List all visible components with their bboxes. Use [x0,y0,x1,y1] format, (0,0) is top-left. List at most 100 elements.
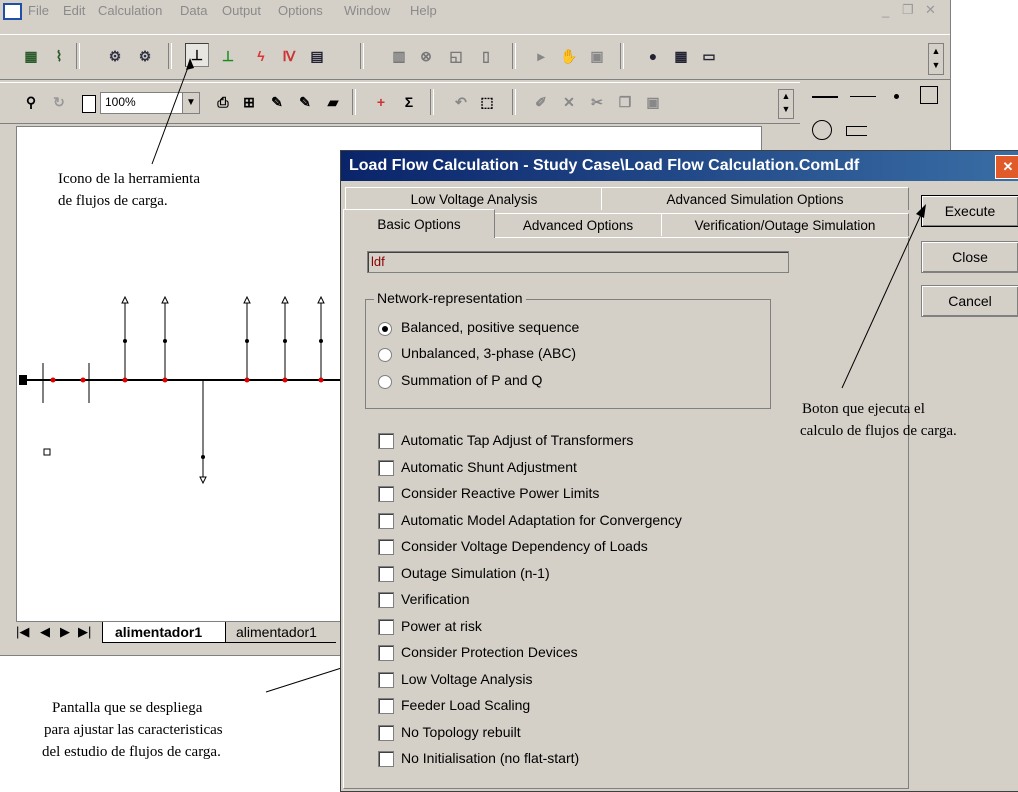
emt-icon[interactable]: ⊗ [415,45,437,67]
first-sheet-icon[interactable]: |◀ [16,624,29,640]
hand-icon[interactable]: ✋ [558,45,580,67]
name-field[interactable]: ldf [367,251,789,273]
tab-basic-options[interactable]: Basic Options [343,209,495,238]
option-checkbox[interactable] [378,645,394,661]
zoom-icon[interactable]: ⚲ [20,91,42,113]
option-checkbox[interactable] [378,512,394,529]
option-checkbox[interactable] [378,592,394,608]
option-checkbox-label: Automatic Tap Adjust of Transformers [401,432,634,448]
radio-unbalanced[interactable] [378,348,392,362]
annotation-line: Icono de la herramienta [58,171,201,187]
option-checkbox-label: Power at risk [401,617,482,634]
annotation-line: calculo de flujos de carga. [800,423,957,439]
delete-icon[interactable]: ✕ [558,91,580,113]
user-icon[interactable]: ● [642,45,664,67]
tab-label: Basic Options [377,216,461,232]
document-icon[interactable]: ▯ [475,45,497,67]
table-icon[interactable]: ▦ [670,45,692,67]
next-sheet-icon[interactable]: ▶ [60,624,70,640]
page-icon[interactable] [82,95,96,113]
option-checkbox[interactable] [378,565,394,582]
rect-tool-icon[interactable] [920,86,938,104]
radio-label: Unbalanced, 3-phase (ABC) [401,345,577,361]
zoom-back-icon[interactable]: ↻ [48,91,70,113]
option-checkbox[interactable] [378,486,394,502]
insert-icon[interactable]: ✎ [266,91,288,113]
dot-tool-icon[interactable] [894,94,899,99]
short-circuit-icon[interactable]: ϟ [250,45,272,67]
sheet-tab-active[interactable]: alimentador1 [102,622,226,643]
box-tool-icon[interactable] [846,126,867,136]
note-icon[interactable]: ✐ [530,91,552,113]
graphic-icon[interactable]: ⌇ [48,45,70,67]
menu-output[interactable]: Output [222,3,261,18]
restore-icon[interactable]: ❐ [902,2,914,18]
option-checkbox-label: Automatic Shunt Adjustment [401,458,577,475]
option-checkbox[interactable] [378,618,394,635]
last-sheet-icon[interactable]: ▶| [78,624,91,640]
menu-calculation[interactable]: Calculation [98,3,162,18]
harmonics-icon[interactable]: Ⅳ [278,45,300,67]
tab-advanced-options[interactable]: Advanced Options [493,213,663,236]
toolbar-annotation: Icono de la herramienta de flujos de car… [58,168,200,212]
edit-icon[interactable]: ✎ [294,91,316,113]
menu-window[interactable]: Window [344,3,390,18]
tab-low-voltage-analysis[interactable]: Low Voltage Analysis [345,187,603,210]
option-checkbox-label: Feeder Load Scaling [401,697,531,713]
toolbar2-scroll[interactable]: ▲ ▼ [778,89,794,119]
select-icon[interactable]: ⬚ [476,91,498,113]
window-icon[interactable]: ▭ [698,45,720,67]
menu-options[interactable]: Options [278,3,323,18]
option-checkbox[interactable] [378,751,394,767]
dialog-close-button[interactable]: ✕ [995,155,1018,179]
database-icon[interactable]: ⚙ [104,45,126,67]
menu-help[interactable]: Help [410,3,437,18]
zoom-value: 100% [105,95,136,109]
cross-icon[interactable]: + [370,91,392,113]
option-checkbox[interactable] [378,433,394,449]
sheet-tab[interactable]: alimentador1 [224,622,336,643]
report-icon[interactable]: ▤ [306,45,328,67]
load-flow-alt-icon[interactable]: ⊥ [217,45,239,67]
paste-icon[interactable]: ▣ [642,91,664,113]
option-checkbox[interactable] [378,459,394,476]
menu-data[interactable]: Data [180,3,207,18]
group-title: Network-representation [374,290,526,306]
sum-icon[interactable]: Σ [398,91,420,113]
toolbar-arrow [151,58,194,165]
toolbar-bottom: ⚲ ↻ 100% ▼ ⎙ ⊞ ✎ ✎ ▰ + Σ ↶ ⬚ ✐ ✕ ✂ ❐ ▣ ▲… [0,82,800,124]
option-checkbox[interactable] [378,539,394,555]
option-checkbox[interactable] [378,724,394,741]
option-checkbox[interactable] [378,671,394,688]
print-icon[interactable]: ⎙ [212,91,234,113]
play-icon[interactable]: ▸ [530,45,552,67]
copy-icon[interactable]: ❐ [614,91,636,113]
menu-edit[interactable]: Edit [63,3,85,18]
grid-icon[interactable]: ⊞ [238,91,260,113]
option-checkbox[interactable] [378,698,394,714]
tab-label: Advanced Simulation Options [666,191,844,207]
button-label: Cancel [948,293,992,309]
annotation-line: Pantalla que se despliega [52,700,203,716]
circle-tool-icon[interactable] [812,120,832,140]
radio-summation[interactable] [378,375,392,389]
drawing-palette [806,82,950,142]
rms-icon[interactable]: ▥ [388,45,410,67]
new-project-icon[interactable]: ▦ [20,45,42,67]
button-label: Execute [944,203,996,219]
dash-tool-icon[interactable] [850,96,876,97]
prev-sheet-icon[interactable]: ◀ [40,624,50,640]
minimize-icon[interactable]: _ [882,3,889,18]
simulation-icon[interactable]: ◱ [445,45,467,67]
line-tool-icon[interactable] [812,96,838,98]
radio-balanced[interactable] [378,322,392,336]
folder-icon[interactable]: ▰ [322,91,344,113]
option-checkbox-label: Outage Simulation (n-1) [401,564,550,581]
option-checkbox-label: Automatic Model Adaptation for Convergen… [401,511,682,528]
close-icon[interactable]: ✕ [925,2,936,18]
undo-icon[interactable]: ↶ [450,91,472,113]
cut-icon[interactable]: ✂ [586,91,608,113]
stop-icon[interactable]: ▣ [586,45,608,67]
toolbar-scroll[interactable]: ▲ ▼ [928,43,944,75]
menu-file[interactable]: File [28,3,49,18]
